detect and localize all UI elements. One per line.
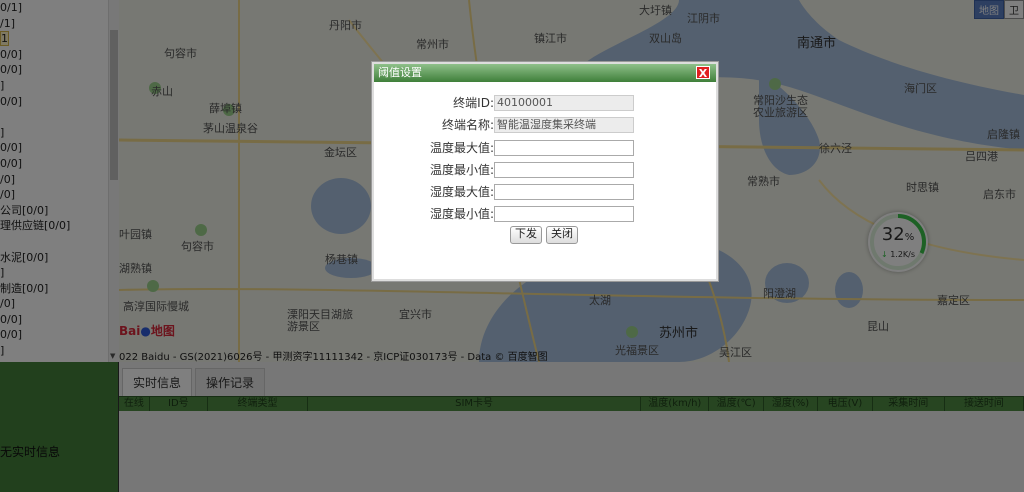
terminal-name-field: 智能温湿度集采终端 (494, 117, 634, 133)
field-temp-min: 温度最小值: (374, 162, 716, 178)
humidity-max-input[interactable] (494, 184, 634, 200)
field-label: 终端ID: (453, 96, 494, 110)
field-humidity-min: 湿度最小值: (374, 206, 716, 222)
field-label: 湿度最大值: (429, 185, 494, 199)
terminal-id-field: 40100001 (494, 95, 634, 111)
close-button[interactable]: 关闭 (546, 226, 578, 244)
field-label: 终端名称: (441, 118, 494, 132)
temp-max-input[interactable] (494, 140, 634, 156)
field-label: 温度最大值: (429, 141, 494, 155)
field-humidity-max: 湿度最大值: (374, 184, 716, 200)
dialog-title: 阈值设置 (374, 64, 716, 82)
field-temp-max: 温度最大值: (374, 140, 716, 156)
temp-min-input[interactable] (494, 162, 634, 178)
humidity-min-input[interactable] (494, 206, 634, 222)
field-label: 湿度最小值: (429, 207, 494, 221)
field-terminal-name: 终端名称: 智能温湿度集采终端 (374, 117, 716, 133)
field-label: 温度最小值: (429, 163, 494, 177)
submit-button[interactable]: 下发 (510, 226, 542, 244)
field-terminal-id: 终端ID: 40100001 (374, 95, 716, 111)
close-icon[interactable]: X (696, 66, 710, 80)
threshold-dialog: 阈值设置 X 终端ID: 40100001 终端名称: 智能温湿度集采终端 温度… (372, 62, 718, 281)
